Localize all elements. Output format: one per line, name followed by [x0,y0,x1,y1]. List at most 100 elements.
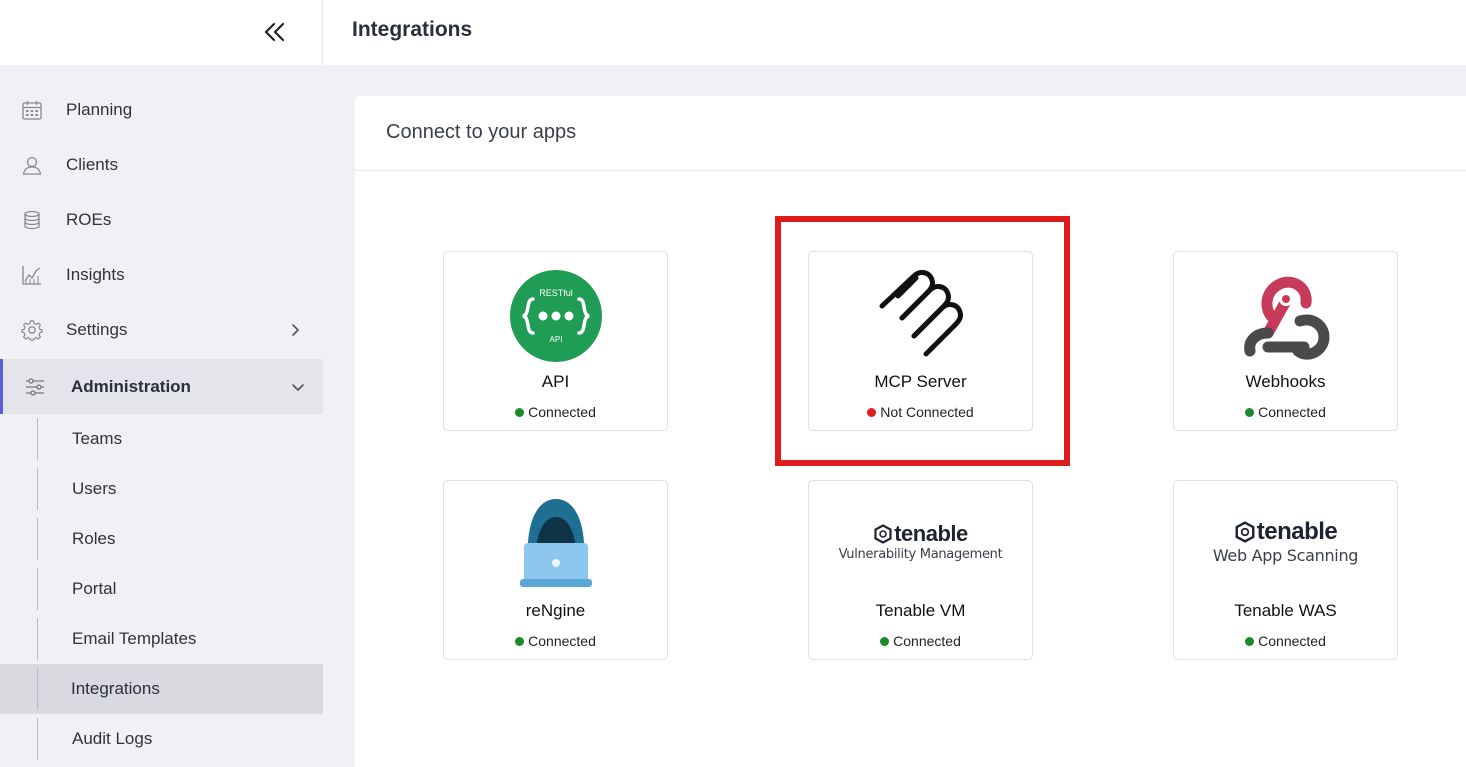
calendar-icon [22,100,42,120]
integration-name: Tenable WAS [1234,601,1337,620]
sidebar-subitem-label: Portal [72,579,117,598]
status-badge: Connected [444,404,667,420]
rengine-logo [444,493,667,593]
sliders-icon [26,377,44,396]
status-dot [880,636,890,646]
sidebar-item-settings[interactable]: Settings [0,302,323,357]
tree-line [37,418,38,460]
tenable-hex-icon [1235,520,1255,543]
status-text: Connected [1258,404,1326,420]
status-badge: Connected [1174,404,1397,420]
sidebar-item-planning[interactable]: Planning [0,82,323,137]
integration-name: MCP Server [874,372,967,391]
webhooks-logo [1174,266,1397,366]
sidebar-subitem-audit-logs[interactable]: Audit Logs [0,714,323,764]
tree-line [37,568,38,610]
api-label: API [549,335,562,344]
sidebar-subitem-label: Users [72,479,117,498]
status-text: Not Connected [880,404,974,420]
status-badge: Connected [809,633,1032,649]
sidebar-subitem-label: Roles [72,529,116,548]
sidebar-item-label: ROEs [66,209,112,229]
sidebar-header [0,0,323,65]
tenable-word: tenable [894,520,968,546]
gear-icon [21,319,43,341]
status-dot [515,636,525,646]
tree-line [37,618,38,660]
webhook-icon [1243,276,1330,360]
panel-title: Connect to your apps [386,121,577,143]
tree-line [37,668,38,710]
sidebar-item-clients[interactable]: Clients [0,137,323,192]
sidebar-subitem-roles[interactable]: Roles [0,514,323,564]
integration-name: reNgine [525,601,586,620]
tenable-product-label: Web App Scanning [1212,545,1359,565]
status-text: Connected [528,633,596,649]
integration-card-rengine[interactable]: reNgine Connected [443,480,668,660]
sidebar-subitem-label: Teams [72,429,123,448]
status-dot [515,407,525,417]
status-dot [1245,636,1255,646]
database-icon [24,210,40,229]
restful-api-icon: RESTful API [509,270,602,362]
integration-card-tenable-vm[interactable]: tenable Vulnerability Management Tenable… [808,480,1033,660]
sidebar-item-administration[interactable]: Administration [0,359,323,414]
sidebar-item-label: Insights [66,264,125,284]
integration-name: Webhooks [1245,372,1326,391]
tree-line [37,518,38,560]
chevron-down-icon [292,383,304,391]
sidebar-subitem-users[interactable]: Users [0,464,323,514]
sidebar-subitem-teams[interactable]: Teams [0,414,323,464]
tenable-vm-logo: tenable Vulnerability Management [809,511,1032,571]
status-dot [1245,407,1255,417]
tenable-wordmark: tenable [1234,518,1338,546]
sidebar: Planning Clients ROEs Insights Settings … [0,65,323,767]
sidebar-subitem-label: Integrations [71,679,160,698]
tree-line [37,718,38,760]
collapse-sidebar-button[interactable] [262,20,288,44]
integration-name: API [541,372,570,391]
integration-card-mcp-server[interactable]: MCP Server Not Connected [808,251,1033,431]
tenable-hex-icon [874,523,892,544]
status-text: Connected [893,633,961,649]
restful-label: RESTful [539,288,573,298]
double-chevron-left-icon [264,22,285,42]
status-badge: Connected [1174,633,1397,649]
panel-header: Connect to your apps [355,96,1466,171]
sidebar-item-label: Clients [66,154,118,174]
status-badge: Not Connected [809,404,1032,420]
tenable-product-label: Vulnerability Management [838,546,1003,562]
status-text: Connected [1258,633,1326,649]
top-header: Integrations [0,0,1466,65]
chevron-right-icon [292,323,299,336]
mcp-logo [809,266,1032,366]
sidebar-item-label: Settings [66,319,128,339]
integrations-panel: Connect to your apps [355,96,1466,767]
sidebar-subitem-integrations[interactable]: Integrations [0,664,323,714]
status-badge: Connected [444,633,667,649]
integration-card-webhooks[interactable]: Webhooks Connected [1173,251,1398,431]
tenable-word: tenable [1256,517,1338,545]
chart-icon [22,265,41,285]
sidebar-subitem-label: Email Templates [72,629,197,648]
tree-line [37,468,38,510]
sidebar-item-insights[interactable]: Insights [0,247,323,302]
api-logo: RESTful API [444,266,667,366]
status-text: Connected [528,404,596,420]
sidebar-item-label: Planning [66,99,133,119]
integration-card-tenable-was[interactable]: tenable Web App Scanning Tenable WAS Con… [1173,480,1398,660]
integration-card-api[interactable]: RESTful API API Connected [443,251,668,431]
sidebar-item-label: Administration [71,376,191,396]
user-icon [22,156,42,175]
tenable-wordmark: tenable [873,521,968,547]
page-title: Integrations [352,18,473,41]
sidebar-subitem-email-templates[interactable]: Email Templates [0,614,323,664]
sidebar-item-roes[interactable]: ROEs [0,192,323,247]
tenable-was-logo: tenable Web App Scanning [1174,511,1397,571]
integration-name: Tenable VM [875,601,966,620]
sidebar-subitem-portal[interactable]: Portal [0,564,323,614]
hacker-laptop-icon [519,499,592,587]
mcp-icon [879,270,963,357]
sidebar-subitem-label: Audit Logs [72,729,153,748]
status-dot [867,407,877,417]
